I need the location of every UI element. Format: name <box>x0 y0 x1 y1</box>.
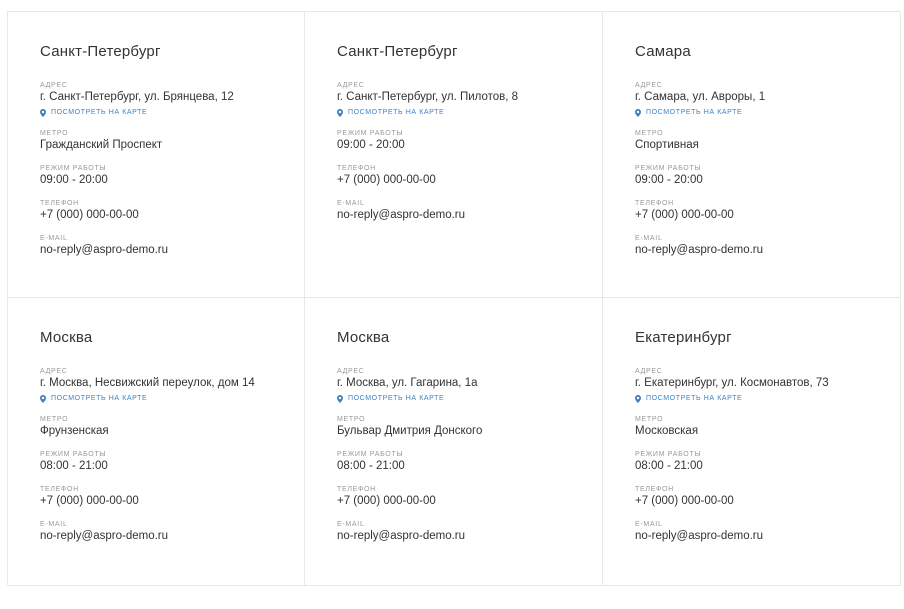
metro-label: Метро <box>635 416 664 423</box>
address-label: Адрес <box>337 368 365 375</box>
view-on-map-link[interactable]: Посмотреть на карте <box>635 108 890 118</box>
phone-label: Телефон <box>337 165 376 172</box>
office-hours: 08:00 - 21:00 <box>635 460 703 472</box>
view-on-map-label: Посмотреть на карте <box>646 109 743 116</box>
office-address: г. Екатеринбург, ул. Космонавтов, 73 <box>635 377 829 389</box>
office-city: Самара <box>635 43 691 60</box>
hours-label: Режим работы <box>337 130 404 137</box>
metro-label: Метро <box>337 416 366 423</box>
office-phone: +7 (000) 000-00-00 <box>635 209 734 221</box>
map-pin-icon <box>337 109 343 117</box>
phone-label: Телефон <box>635 486 674 493</box>
view-on-map-label: Посмотреть на карте <box>51 395 148 402</box>
view-on-map-link[interactable]: Посмотреть на карте <box>635 394 890 404</box>
view-on-map-label: Посмотреть на карте <box>348 395 445 402</box>
address-label: Адрес <box>635 82 663 89</box>
office-hours: 09:00 - 20:00 <box>337 139 405 151</box>
office-phone: +7 (000) 000-00-00 <box>40 495 139 507</box>
hours-label: Режим работы <box>337 451 404 458</box>
office-address: г. Москва, ул. Гагарина, 1а <box>337 377 478 389</box>
office-metro: Гражданский Проспект <box>40 139 163 151</box>
office-city: Москва <box>40 329 93 346</box>
map-pin-icon <box>635 395 641 403</box>
phone-label: Телефон <box>40 486 79 493</box>
map-pin-icon <box>40 395 46 403</box>
phone-label: Телефон <box>40 200 79 207</box>
address-label: Адрес <box>635 368 663 375</box>
office-card: Москва Адрес г. Москва, ул. Гагарина, 1а… <box>305 298 603 586</box>
office-city: Санкт-Петербург <box>337 43 458 60</box>
office-email: no-reply@aspro-demo.ru <box>40 244 169 256</box>
offices-grid: Санкт-Петербург Адрес г. Санкт-Петербург… <box>7 11 901 586</box>
office-email: no-reply@aspro-demo.ru <box>635 244 764 256</box>
office-card: Санкт-Петербург Адрес г. Санкт-Петербург… <box>8 12 305 298</box>
office-card: Екатеринбург Адрес г. Екатеринбург, ул. … <box>603 298 901 586</box>
office-hours: 09:00 - 20:00 <box>40 174 108 186</box>
office-phone: +7 (000) 000-00-00 <box>337 495 436 507</box>
phone-label: Телефон <box>635 200 674 207</box>
view-on-map-label: Посмотреть на карте <box>646 395 743 402</box>
phone-label: Телефон <box>337 486 376 493</box>
email-label: E-mail <box>337 521 365 528</box>
office-city: Екатеринбург <box>635 329 732 346</box>
email-label: E-mail <box>40 521 68 528</box>
view-on-map-link[interactable]: Посмотреть на карте <box>40 394 294 404</box>
office-hours: 09:00 - 20:00 <box>635 174 703 186</box>
office-card: Самара Адрес г. Самара, ул. Авроры, 1 По… <box>603 12 901 298</box>
office-metro: Спортивная <box>635 139 699 151</box>
office-address: г. Санкт-Петербург, ул. Пилотов, 8 <box>337 91 519 103</box>
view-on-map-link[interactable]: Посмотреть на карте <box>40 108 294 118</box>
map-pin-icon <box>635 109 641 117</box>
hours-label: Режим работы <box>40 451 107 458</box>
office-email: no-reply@aspro-demo.ru <box>635 530 764 542</box>
office-address: г. Москва, Несвижский переулок, дом 14 <box>40 377 255 389</box>
office-phone: +7 (000) 000-00-00 <box>635 495 734 507</box>
office-email: no-reply@aspro-demo.ru <box>337 209 466 221</box>
office-metro: Московская <box>635 425 699 437</box>
office-metro: Фрунзенская <box>40 425 109 437</box>
office-hours: 08:00 - 21:00 <box>337 460 405 472</box>
metro-label: Метро <box>40 130 69 137</box>
address-label: Адрес <box>40 368 68 375</box>
map-pin-icon <box>40 109 46 117</box>
office-city: Москва <box>337 329 390 346</box>
address-label: Адрес <box>337 82 365 89</box>
office-address: г. Санкт-Петербург, ул. Брянцева, 12 <box>40 91 234 103</box>
view-on-map-link[interactable]: Посмотреть на карте <box>337 394 592 404</box>
email-label: E-mail <box>635 235 663 242</box>
view-on-map-label: Посмотреть на карте <box>348 109 445 116</box>
office-card: Москва Адрес г. Москва, Несвижский переу… <box>8 298 305 586</box>
office-phone: +7 (000) 000-00-00 <box>337 174 436 186</box>
hours-label: Режим работы <box>635 165 702 172</box>
metro-label: Метро <box>40 416 69 423</box>
view-on-map-label: Посмотреть на карте <box>51 109 148 116</box>
view-on-map-link[interactable]: Посмотреть на карте <box>337 108 592 118</box>
office-address: г. Самара, ул. Авроры, 1 <box>635 91 766 103</box>
email-label: E-mail <box>40 235 68 242</box>
office-email: no-reply@aspro-demo.ru <box>40 530 169 542</box>
metro-label: Метро <box>635 130 664 137</box>
email-label: E-mail <box>337 200 365 207</box>
office-phone: +7 (000) 000-00-00 <box>40 209 139 221</box>
office-metro: Бульвар Дмитрия Донского <box>337 425 483 437</box>
office-hours: 08:00 - 21:00 <box>40 460 108 472</box>
office-card: Санкт-Петербург Адрес г. Санкт-Петербург… <box>305 12 603 298</box>
hours-label: Режим работы <box>40 165 107 172</box>
office-city: Санкт-Петербург <box>40 43 161 60</box>
map-pin-icon <box>337 395 343 403</box>
email-label: E-mail <box>635 521 663 528</box>
hours-label: Режим работы <box>635 451 702 458</box>
office-email: no-reply@aspro-demo.ru <box>337 530 466 542</box>
address-label: Адрес <box>40 82 68 89</box>
